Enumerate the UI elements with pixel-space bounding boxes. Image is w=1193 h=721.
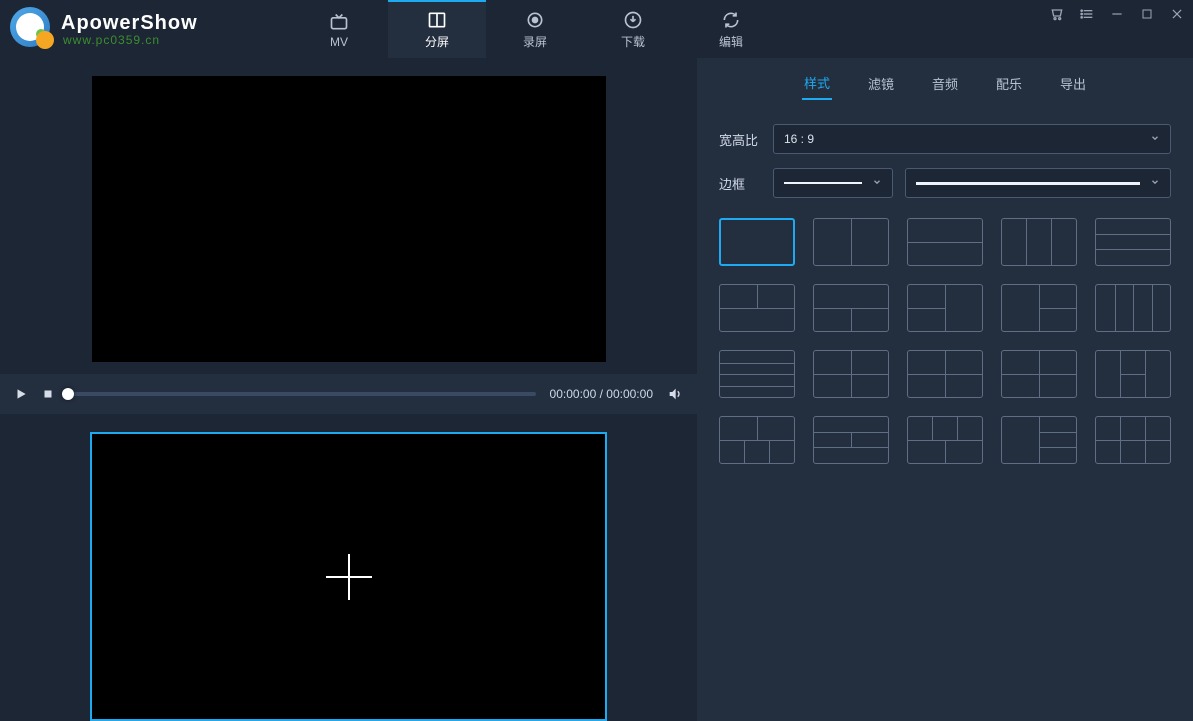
layout-2x1[interactable]	[907, 218, 983, 266]
tv-icon	[329, 12, 349, 32]
border-width-dropdown[interactable]	[773, 168, 893, 198]
chevron-down-icon	[1150, 176, 1160, 190]
subtab-style[interactable]: 样式	[802, 67, 832, 100]
layout-quad-a[interactable]	[907, 350, 983, 398]
layout-1x1[interactable]	[719, 218, 795, 266]
tab-mv[interactable]: MV	[290, 0, 388, 58]
app-url: www.pc0359.cn	[63, 33, 198, 47]
stop-button[interactable]	[42, 388, 54, 400]
layout-top-split[interactable]	[719, 284, 795, 332]
layout-5d[interactable]	[1001, 416, 1077, 464]
layout-quad-c[interactable]	[1095, 350, 1171, 398]
chevron-down-icon	[1150, 132, 1160, 146]
download-icon	[623, 10, 643, 30]
record-icon	[525, 10, 545, 30]
player-bar: 00:00:00 / 00:00:00	[0, 374, 697, 414]
layout-bottom-split[interactable]	[813, 284, 889, 332]
border-label: 边框	[719, 174, 761, 193]
tab-split-screen[interactable]: 分屏	[388, 0, 486, 58]
layout-1x2[interactable]	[813, 218, 889, 266]
subtab-export[interactable]: 导出	[1058, 68, 1088, 99]
player-time: 00:00:00 / 00:00:00	[550, 387, 653, 401]
play-button[interactable]	[14, 387, 28, 401]
main-tabs: MV 分屏 录屏 下载 编辑	[290, 0, 780, 58]
chevron-down-icon	[872, 176, 882, 190]
minimize-button[interactable]	[1109, 6, 1125, 22]
border-color-dropdown[interactable]	[905, 168, 1171, 198]
aspect-ratio-label: 宽高比	[719, 130, 761, 149]
subtab-music[interactable]: 配乐	[994, 68, 1024, 99]
seek-slider[interactable]	[68, 392, 536, 396]
aspect-ratio-dropdown[interactable]: 16 : 9	[773, 124, 1171, 154]
layout-2x2[interactable]	[813, 350, 889, 398]
layout-4x1[interactable]	[719, 350, 795, 398]
layout-5b[interactable]	[813, 416, 889, 464]
preview-video	[92, 76, 606, 362]
layout-3x1[interactable]	[1095, 218, 1171, 266]
border-color-sample	[916, 182, 1140, 185]
layout-1x3[interactable]	[1001, 218, 1077, 266]
seek-knob[interactable]	[62, 388, 74, 400]
layout-templates-grid	[697, 198, 1193, 484]
tab-record[interactable]: 录屏	[486, 0, 584, 58]
app-logo-icon	[10, 7, 55, 52]
menu-icon[interactable]	[1079, 6, 1095, 22]
layout-5e[interactable]	[1095, 416, 1171, 464]
refresh-icon	[721, 10, 741, 30]
split-icon	[427, 10, 447, 30]
layout-5a[interactable]	[719, 416, 795, 464]
tab-download[interactable]: 下载	[584, 0, 682, 58]
layout-right-split[interactable]	[1001, 284, 1077, 332]
maximize-button[interactable]	[1139, 6, 1155, 22]
close-button[interactable]	[1169, 6, 1185, 22]
subtab-audio[interactable]: 音频	[930, 68, 960, 99]
app-title: ApowerShow	[61, 12, 198, 35]
tab-edit[interactable]: 编辑	[682, 0, 780, 58]
cart-icon[interactable]	[1049, 6, 1065, 22]
app-logo-area: ApowerShow www.pc0359.cn	[0, 7, 290, 52]
volume-button[interactable]	[667, 386, 683, 402]
layout-5c[interactable]	[907, 416, 983, 464]
layout-1x4[interactable]	[1095, 284, 1171, 332]
subtab-filter[interactable]: 滤镜	[866, 68, 896, 99]
split-editor-canvas[interactable]	[90, 432, 607, 721]
border-width-sample	[784, 182, 862, 184]
sub-tabs: 样式 滤镜 音频 配乐 导出	[697, 58, 1193, 110]
layout-left-split[interactable]	[907, 284, 983, 332]
layout-quad-b[interactable]	[1001, 350, 1077, 398]
